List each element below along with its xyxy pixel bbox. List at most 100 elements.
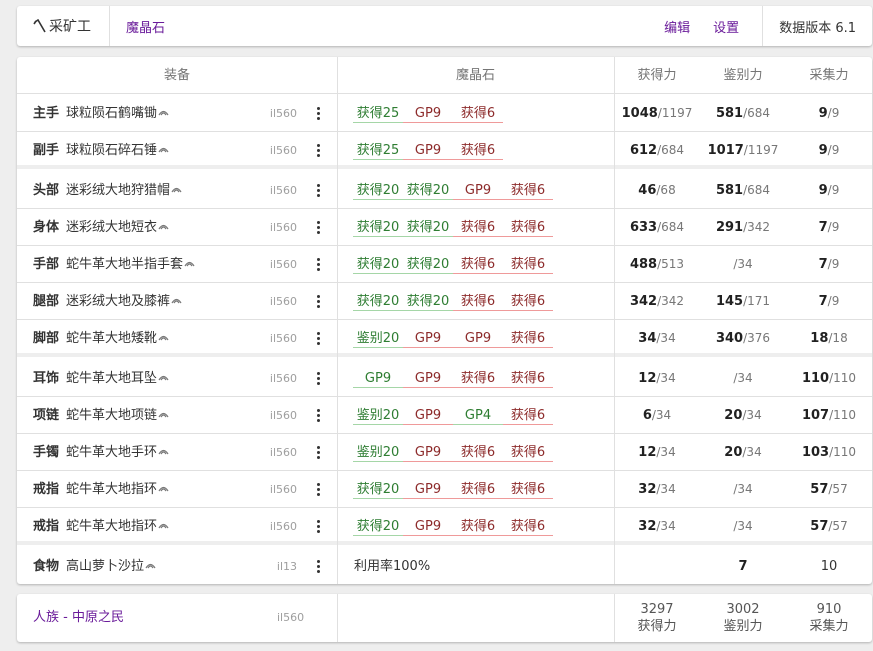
materia-slot[interactable]: 鉴别20 (353, 408, 403, 425)
more-options-icon[interactable] (313, 360, 323, 397)
job-selector[interactable]: 采矿工 (17, 6, 110, 46)
gear-name-text: 蛇牛革大地指环 (66, 482, 158, 497)
materia-slot[interactable]: 获得6 (453, 445, 503, 462)
more-options-icon[interactable] (313, 320, 323, 357)
materia-slot[interactable]: 获得20 (353, 257, 403, 274)
gear-name[interactable]: 蛇牛革大地指环 (66, 471, 169, 508)
materia-slot[interactable]: GP9 (403, 331, 453, 348)
gear-name[interactable]: 蛇牛革大地半指手套 (66, 246, 195, 283)
materia-slot[interactable]: GP9 (403, 519, 453, 536)
materia-slot[interactable]: GP9 (453, 183, 503, 200)
gp-stat-max: /57 (828, 519, 848, 533)
materia-slot[interactable]: 获得20 (353, 294, 403, 311)
settings-link[interactable]: 设置 (713, 17, 739, 36)
materia-slot[interactable]: 获得6 (453, 220, 503, 237)
perception-stat-value: 1017 (707, 143, 744, 158)
materia-slot[interactable]: 获得6 (453, 143, 503, 160)
hq-icon (158, 523, 169, 529)
materia-slot[interactable]: 获得6 (503, 257, 553, 274)
materia-slot[interactable]: 获得20 (403, 220, 453, 237)
gear-name[interactable]: 蛇牛革大地手环 (66, 434, 169, 471)
more-options-icon[interactable] (313, 397, 323, 434)
gp-stat-value: 7 (818, 294, 828, 309)
materia-slot[interactable]: GP9 (403, 371, 453, 388)
more-options-icon[interactable] (313, 172, 323, 209)
materia-slot[interactable]: 获得20 (353, 220, 403, 237)
materia-slot[interactable]: GP9 (403, 445, 453, 462)
materia-slot[interactable]: 获得20 (403, 294, 453, 311)
hq-icon (158, 147, 169, 153)
more-options-icon[interactable] (313, 508, 323, 545)
gp-stat-max: /9 (827, 106, 840, 120)
materia-slot[interactable]: 获得6 (503, 331, 553, 348)
materia-tab[interactable]: 魔晶石 (126, 17, 165, 36)
gear-row: 身体 迷彩绒大地短衣 il560 获得20 获得20 获得6 获得6 633/684 291/3… (17, 209, 872, 246)
gathering-stat-value: 633 (629, 220, 658, 235)
materia-slots: GP9 GP9 获得6 获得6 (353, 360, 553, 397)
gathering-stat-value: 488 (629, 257, 658, 272)
more-options-icon[interactable] (313, 471, 323, 508)
materia-slot[interactable]: 获得25 (353, 106, 403, 123)
materia-slot[interactable]: 获得6 (503, 519, 553, 536)
materia-slot[interactable]: 获得6 (453, 482, 503, 499)
gear-row: 项链 蛇牛革大地项链 il560 鉴别20 GP9 GP4 获得6 6/34 20/34 107/… (17, 397, 872, 434)
materia-slot[interactable]: 获得6 (503, 183, 553, 200)
materia-slot[interactable]: 获得6 (503, 408, 553, 425)
materia-slot[interactable]: 获得6 (503, 482, 553, 499)
gear-name[interactable]: 迷彩绒大地狩猎帽 (66, 172, 182, 209)
more-options-icon[interactable] (313, 209, 323, 246)
edit-link[interactable]: 编辑 (664, 17, 690, 36)
perception-stat-max: /34 (733, 257, 753, 271)
perception-stat: /34 (700, 508, 786, 545)
materia-slot[interactable]: 获得20 (353, 183, 403, 200)
gear-name[interactable]: 球粒陨石鹤嘴锄 (66, 95, 169, 132)
materia-slot[interactable]: GP4 (453, 408, 503, 425)
gear-name-text: 蛇牛革大地指环 (66, 519, 158, 534)
more-options-icon[interactable] (313, 95, 323, 132)
gear-name[interactable]: 迷彩绒大地短衣 (66, 209, 169, 246)
race-selector[interactable]: 人族 - 中原之民 (33, 594, 124, 642)
gear-name[interactable]: 蛇牛革大地项链 (66, 397, 169, 434)
materia-slot[interactable]: GP9 (353, 371, 403, 388)
food-name[interactable]: 高山萝卜沙拉 (66, 548, 156, 584)
gp-stat: 9/9 (786, 132, 872, 169)
materia-slot[interactable]: 获得6 (453, 519, 503, 536)
perception-stat: 581/684 (700, 95, 786, 132)
gear-name[interactable]: 迷彩绒大地及膝裤 (66, 283, 182, 320)
more-options-icon[interactable] (313, 434, 323, 471)
materia-slot[interactable]: GP9 (403, 106, 453, 123)
more-options-icon[interactable] (313, 246, 323, 283)
materia-slot[interactable]: GP9 (403, 482, 453, 499)
gp-stat: 7/9 (786, 246, 872, 283)
materia-slot[interactable]: 获得6 (503, 371, 553, 388)
materia-slot[interactable]: 获得6 (503, 294, 553, 311)
materia-slot[interactable]: 获得6 (503, 445, 553, 462)
materia-slot[interactable]: 获得20 (403, 183, 453, 200)
materia-slot[interactable]: 鉴别20 (353, 331, 403, 348)
gear-name[interactable]: 蛇牛革大地耳坠 (66, 360, 169, 397)
materia-slot[interactable]: 获得6 (503, 220, 553, 237)
gp-stat-max: /110 (829, 371, 857, 385)
materia-slot[interactable]: 获得20 (403, 257, 453, 274)
item-level: il560 (269, 144, 297, 157)
materia-slot[interactable]: GP9 (403, 143, 453, 160)
materia-slot[interactable]: 获得25 (353, 143, 403, 160)
materia-slot[interactable]: 获得6 (453, 106, 503, 123)
materia-slot[interactable]: 获得20 (353, 519, 403, 536)
more-options-icon[interactable] (313, 132, 323, 169)
materia-slot[interactable]: 获得6 (453, 294, 503, 311)
materia-slot[interactable]: 鉴别20 (353, 445, 403, 462)
slot-label: 头部 (33, 183, 60, 198)
materia-slot[interactable]: GP9 (453, 331, 503, 348)
materia-slot[interactable]: 获得6 (453, 371, 503, 388)
gear-name[interactable]: 球粒陨石碎石锤 (66, 132, 169, 169)
more-options-icon[interactable] (313, 283, 323, 320)
total-gp-value: 910 (816, 602, 842, 617)
materia-slot[interactable]: 获得6 (453, 257, 503, 274)
gear-name[interactable]: 蛇牛革大地矮靴 (66, 320, 169, 357)
more-options-icon[interactable] (313, 548, 323, 584)
gear-name[interactable]: 蛇牛革大地指环 (66, 508, 169, 545)
gear-name-text: 迷彩绒大地短衣 (66, 220, 158, 235)
materia-slot[interactable]: 获得20 (353, 482, 403, 499)
materia-slot[interactable]: GP9 (403, 408, 453, 425)
